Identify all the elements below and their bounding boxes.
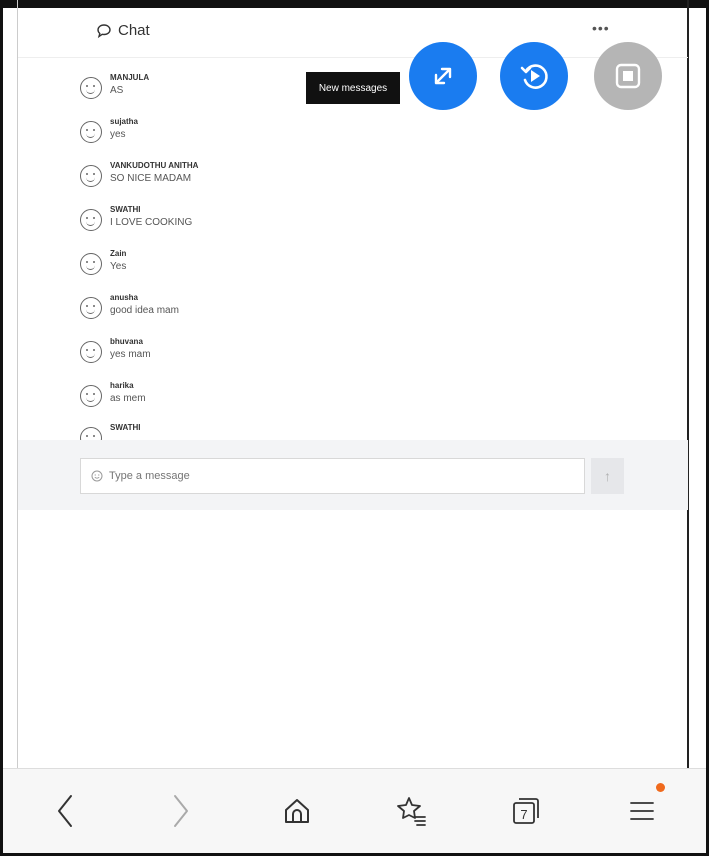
avatar <box>80 121 102 143</box>
send-button[interactable]: ↑ <box>591 458 624 494</box>
avatar <box>80 77 102 99</box>
replay-button[interactable] <box>500 42 568 110</box>
list-item: SWATHI <box>80 422 141 440</box>
new-messages-tooltip[interactable]: New messages <box>306 72 400 104</box>
tabs-icon: 7 <box>513 798 539 824</box>
message-sender: MANJULA <box>110 73 150 82</box>
list-item: SWATHI I LOVE COOKING <box>80 204 192 231</box>
tabs-button[interactable]: 7 <box>506 791 546 831</box>
message-text: AS <box>110 85 124 96</box>
avatar <box>80 165 102 187</box>
chevron-left-icon <box>58 795 72 827</box>
message-text: yes <box>110 129 126 140</box>
list-item: sujatha yes <box>80 116 138 143</box>
message-text: SO NICE MADAM <box>110 173 192 184</box>
message-text: I LOVE COOKING <box>110 217 193 228</box>
avatar <box>80 209 102 231</box>
avatar <box>80 427 102 440</box>
message-sender: SWATHI <box>110 205 141 214</box>
chat-bubble-icon <box>97 23 111 38</box>
message-text: as mem <box>110 393 146 404</box>
message-text: yes mam <box>110 349 151 360</box>
message-sender: Zain <box>110 249 127 258</box>
home-icon <box>285 799 309 823</box>
chat-header: Chat ••• <box>18 10 688 58</box>
chevron-right-icon <box>174 795 188 827</box>
expand-icon <box>434 67 452 85</box>
expand-button[interactable] <box>409 42 477 110</box>
menu-icon <box>630 802 654 820</box>
avatar <box>80 253 102 275</box>
avatar <box>80 341 102 363</box>
message-input[interactable] <box>109 470 549 482</box>
avatar <box>80 297 102 319</box>
chat-title-text: Chat <box>118 22 150 39</box>
message-composer[interactable] <box>80 458 585 494</box>
message-sender: anusha <box>110 293 139 302</box>
menu-button[interactable] <box>622 791 662 831</box>
list-item: VANKUDOTHU ANITHA SO NICE MADAM <box>80 160 198 187</box>
message-sender: SWATHI <box>110 423 141 432</box>
replay-icon <box>520 64 548 89</box>
list-item: MANJULA AS <box>80 72 149 99</box>
more-options-button[interactable]: ••• <box>592 20 610 36</box>
stop-button[interactable] <box>594 42 662 110</box>
list-item: Zain Yes <box>80 248 126 275</box>
composer-area: ↑ <box>18 440 688 510</box>
message-sender: sujatha <box>110 117 139 126</box>
chat-title: Chat <box>96 22 150 39</box>
bookmarks-button[interactable] <box>391 791 431 831</box>
list-item: bhuvana yes mam <box>80 336 151 363</box>
message-sender: VANKUDOTHU ANITHA <box>110 161 199 170</box>
avatar <box>80 385 102 407</box>
list-item: anusha good idea mam <box>80 292 179 319</box>
message-sender: bhuvana <box>110 337 143 346</box>
emoji-icon[interactable] <box>91 470 103 482</box>
message-text: good idea mam <box>110 305 179 316</box>
arrow-up-icon: ↑ <box>604 468 611 484</box>
message-sender: harika <box>110 381 134 390</box>
home-button[interactable] <box>277 791 317 831</box>
message-text: Yes <box>110 261 127 272</box>
message-list[interactable]: MANJULA AS sujatha yes VANKUDOTHU ANITHA SO… <box>18 66 688 440</box>
list-item: harika as mem <box>80 380 146 407</box>
top-black-bar <box>3 0 706 8</box>
notification-dot <box>656 783 665 792</box>
bottom-navigation: 7 <box>3 768 706 853</box>
stop-icon <box>615 63 641 89</box>
back-button[interactable] <box>45 791 85 831</box>
tabs-count: 7 <box>520 807 527 822</box>
star-list-icon <box>397 797 426 826</box>
forward-button[interactable] <box>161 791 201 831</box>
